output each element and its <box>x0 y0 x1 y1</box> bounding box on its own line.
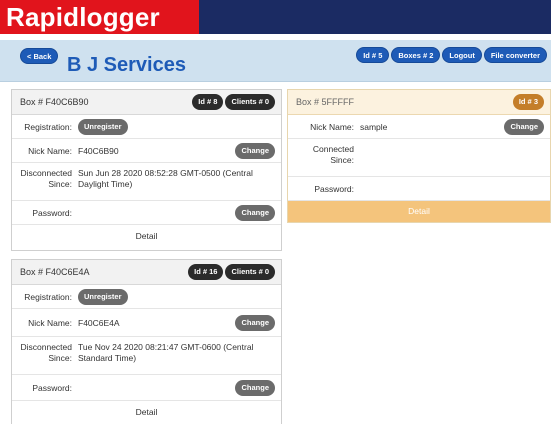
back-button[interactable]: < Back <box>20 48 59 64</box>
disconnected-label: Disconnected <box>20 168 72 178</box>
clients-badge: Clients # 0 <box>225 264 275 280</box>
header-nav: Id # 5 Boxes # 2 Logout File converter <box>356 47 547 63</box>
box-card-header: Box # 5FFFFF Id # 3 <box>288 90 550 115</box>
file-converter-button[interactable]: File converter <box>483 47 547 63</box>
change-nick-button[interactable]: Change <box>235 314 275 331</box>
connected-label: Connected <box>312 144 354 154</box>
id-badge: Id # 3 <box>512 94 544 110</box>
box-title: Box # F40C6E4A <box>20 267 90 277</box>
nick-name-row: Nick Name: F40C6B90 Change <box>12 139 281 163</box>
change-nick-button[interactable]: Change <box>504 118 544 135</box>
box-card: Box # F40C6E4A Id # 16 Clients # 0 Regis… <box>11 259 282 424</box>
logout-button[interactable]: Logout <box>442 47 482 63</box>
disconnected-date-line1: Tue Nov 24 2020 08:21:47 GMT-0600 (Centr… <box>78 342 254 352</box>
password-row: Password: Change <box>12 375 281 401</box>
password-row: Password: Change <box>12 201 281 225</box>
change-password-button[interactable]: Change <box>235 204 275 221</box>
since-label: Since: <box>48 353 72 363</box>
detail-link[interactable]: Detail <box>288 201 550 222</box>
box-card: Box # F40C6B90 Id # 8 Clients # 0 Regist… <box>11 89 282 251</box>
registration-label: Registration: <box>24 291 72 302</box>
nick-name-label: Nick Name: <box>28 145 72 156</box>
registration-row: Registration: Unregister <box>12 285 281 309</box>
boxes-button[interactable]: Boxes # 2 <box>391 47 441 63</box>
box-title: Box # F40C6B90 <box>20 97 89 107</box>
registration-row: Registration: Unregister <box>12 115 281 139</box>
registration-label: Registration: <box>24 121 72 132</box>
box-title: Box # 5FFFFF <box>296 97 355 107</box>
unregister-button[interactable]: Unregister <box>78 118 128 135</box>
disconnected-date-line2: Standard Time) <box>78 353 137 363</box>
detail-link[interactable]: Detail <box>12 401 281 423</box>
id-badge: Id # 8 <box>192 94 224 110</box>
disconnected-date-line1: Sun Jun 28 2020 08:52:28 GMT-0500 (Centr… <box>78 168 253 178</box>
password-label: Password: <box>32 207 72 218</box>
disconnected-date-line2: Daylight Time) <box>78 179 133 189</box>
password-row: Password: <box>288 177 550 201</box>
box-card-header: Box # F40C6B90 Id # 8 Clients # 0 <box>12 90 281 115</box>
nick-name-label: Nick Name: <box>28 317 72 328</box>
nick-name-row: Nick Name: sample Change <box>288 115 550 139</box>
clients-badge: Clients # 0 <box>225 94 275 110</box>
disconnected-row: Disconnected Since: Sun Jun 28 2020 08:5… <box>12 163 281 201</box>
box-card: Box # 5FFFFF Id # 3 Nick Name: sample Ch… <box>287 89 551 223</box>
change-password-button[interactable]: Change <box>235 379 275 396</box>
disconnected-label: Disconnected <box>20 342 72 352</box>
change-nick-button[interactable]: Change <box>235 142 275 159</box>
box-card-header: Box # F40C6E4A Id # 16 Clients # 0 <box>12 260 281 285</box>
password-label: Password: <box>32 382 72 393</box>
id-badge: Id # 16 <box>188 264 224 280</box>
nick-name-label: Nick Name: <box>310 121 354 132</box>
detail-link[interactable]: Detail <box>12 225 281 247</box>
id-badge-button[interactable]: Id # 5 <box>356 47 390 63</box>
since-label: Since: <box>48 179 72 189</box>
password-label: Password: <box>314 183 354 194</box>
disconnected-row: Disconnected Since: Tue Nov 24 2020 08:2… <box>12 337 281 375</box>
since-label: Since: <box>330 155 354 165</box>
nick-name-row: Nick Name: F40C6E4A Change <box>12 309 281 337</box>
page-title: B J Services <box>67 54 186 76</box>
connected-row: Connected Since: <box>288 139 550 177</box>
unregister-button[interactable]: Unregister <box>78 288 128 305</box>
rapidlogger-logo: Rapidlogger <box>0 0 199 34</box>
